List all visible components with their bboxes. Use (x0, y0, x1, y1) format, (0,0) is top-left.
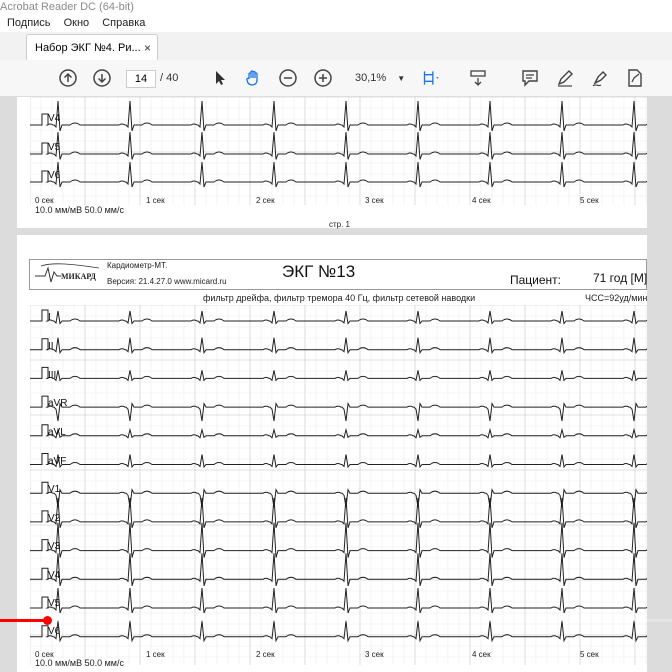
time-mark-3: 3 сек (365, 650, 384, 659)
lead-label-v4: V4 (48, 570, 61, 581)
lead-label-ii: II (48, 341, 54, 352)
zoom-level-select[interactable]: 30,1% ▼ (355, 70, 405, 87)
highlight-pen-icon[interactable] (555, 68, 575, 88)
page-number-input[interactable]: 14 (126, 70, 156, 88)
time-mark-4: 4 сек (472, 650, 491, 659)
lead-label-v1: V1 (48, 484, 61, 495)
filter-info: фильтр дрейфа, фильтр тремора 40 Гц, фил… (203, 293, 476, 303)
zoom-out-icon[interactable] (278, 68, 298, 88)
time-mark-5-prev: 5 сек (580, 196, 599, 205)
scale-label: 10.0 мм/мВ 50.0 мм/с (35, 658, 124, 668)
micard-logo: МИКАРД (35, 263, 100, 283)
edit-pdf-icon[interactable] (625, 68, 645, 88)
time-mark-1: 1 сек (146, 650, 165, 659)
toolbar: 14 / 40 30,1% ▼ (0, 60, 672, 97)
menu-item-help[interactable]: Справка (102, 14, 145, 32)
lead-label-v6: V6 (48, 626, 61, 637)
lead-label-v6-prev: V6 (48, 170, 61, 181)
ecg-trace-prev-v4 (30, 100, 647, 132)
video-progress-bar[interactable] (0, 616, 672, 625)
device-name: Кардиометр-МТ. (107, 261, 168, 270)
ecg-trace-prev-v5 (30, 131, 647, 160)
document-viewer[interactable]: V4 V5 V6 0 сек 1 сек 2 сек 3 сек 4 сек 5… (0, 97, 672, 672)
ecg-trace-iii (30, 366, 647, 382)
time-mark-2-prev: 2 сек (256, 196, 275, 205)
micard-logo-text: МИКАРД (61, 272, 96, 281)
ecg-trace-avl (30, 424, 647, 439)
document-tab-label: Набор ЭКГ №4. Ри... (35, 42, 141, 54)
sign-icon[interactable] (590, 68, 610, 88)
ecg-trace-avr (30, 395, 647, 422)
ecg-grid-previous (30, 97, 647, 205)
scale-label-prev: 10.0 мм/мВ 50.0 мм/с (35, 205, 124, 215)
ecg-trace-v5 (30, 587, 647, 614)
lead-label-v2: V2 (48, 513, 61, 524)
zoom-in-icon[interactable] (313, 68, 333, 88)
time-mark-5: 5 сек (580, 650, 599, 659)
menu-item-window[interactable]: Окно (64, 14, 90, 32)
lead-label-avl: aVL (48, 427, 66, 438)
lead-label-avr: aVR (48, 398, 68, 409)
time-mark-2: 2 сек (256, 650, 275, 659)
ecg-trace-i (30, 309, 647, 325)
lead-label-v3: V3 (48, 541, 61, 552)
patient-label: Пациент: (510, 273, 562, 287)
ecg-trace-prev-v6 (30, 161, 647, 188)
previous-page-icon[interactable] (58, 68, 78, 88)
menu-item-signature[interactable]: Подпись (7, 14, 51, 32)
window-title: Acrobat Reader DC (64-bit) (0, 0, 672, 14)
page-footer: стр. 1 (329, 220, 351, 229)
video-scrubber-handle[interactable] (43, 616, 53, 625)
zoom-level-value: 30,1% (355, 72, 387, 84)
lead-label-v5: V5 (48, 598, 61, 609)
current-page: МИКАРД Кардиометр-МТ. Версия: 21.4.27.0 … (17, 235, 647, 672)
select-cursor-icon[interactable] (210, 68, 230, 88)
document-tab[interactable]: Набор ЭКГ №4. Ри... × (26, 34, 158, 60)
time-mark-3-prev: 3 сек (365, 196, 384, 205)
ecg-trace-v1 (30, 481, 647, 508)
ecg-trace-v2 (30, 497, 647, 529)
menu-bar: Подпись Окно Справка (0, 14, 672, 32)
lead-label-iii: III (48, 370, 57, 381)
ecg-title: ЭКГ №13 (282, 262, 356, 281)
page-total: / 40 (160, 72, 179, 84)
next-page-icon[interactable] (92, 68, 112, 88)
ecg-grid (30, 305, 647, 665)
lead-label-avf: aVF (48, 456, 67, 467)
chevron-down-icon: ▼ (397, 74, 406, 83)
close-icon[interactable]: × (144, 35, 151, 60)
ecg-trace-avf (30, 453, 647, 469)
lead-label-v4-prev: V4 (48, 113, 61, 124)
video-progress-fill (0, 619, 48, 622)
patient-value: 71 год [М] (593, 271, 648, 285)
time-mark-4-prev: 4 сек (472, 196, 491, 205)
lead-label-v5-prev: V5 (48, 142, 61, 153)
time-mark-1-prev: 1 сек (146, 196, 165, 205)
time-mark-0-prev: 0 сек (35, 196, 54, 205)
lead-label-i: I (48, 312, 51, 323)
tab-bar: Набор ЭКГ №4. Ри... × (0, 32, 672, 61)
hand-tool-icon[interactable] (243, 68, 263, 88)
scroll-mode-icon[interactable] (468, 68, 488, 88)
ecg-trace-ii (30, 337, 647, 355)
comment-icon[interactable] (520, 68, 540, 88)
version-info: Версия: 21.4.27.0 www.micard.ru (107, 277, 227, 286)
heart-rate: ЧСС=92уд/мин (585, 293, 648, 303)
previous-page: V4 V5 V6 0 сек 1 сек 2 сек 3 сек 4 сек 5… (17, 97, 647, 229)
page-fit-icon[interactable] (422, 68, 442, 88)
ecg-trace-v3 (30, 522, 647, 558)
